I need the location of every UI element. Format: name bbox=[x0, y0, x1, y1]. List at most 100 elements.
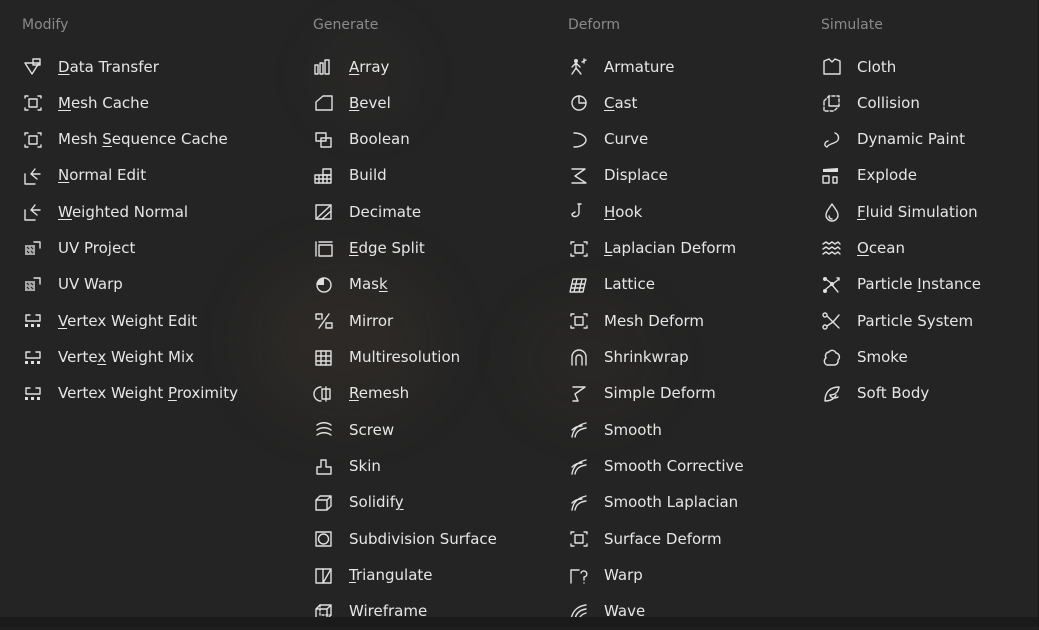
menu-item-normal-edit[interactable]: Normal Edit bbox=[22, 158, 146, 194]
menu-item-smooth[interactable]: Smooth bbox=[568, 412, 662, 448]
menu-item-mirror[interactable]: Mirror bbox=[313, 303, 393, 339]
menu-item-label: Remesh bbox=[349, 384, 410, 403]
menu-item-curve[interactable]: Curve bbox=[568, 122, 648, 158]
menu-item-label: Multiresolution bbox=[349, 348, 461, 367]
menu-item-decimate[interactable]: Decimate bbox=[313, 194, 421, 230]
menu-item-label: Particle System bbox=[857, 311, 974, 330]
menu-item-weighted-normal[interactable]: Weighted Normal bbox=[22, 194, 188, 230]
menu-item-label: Fluid Simulation bbox=[857, 202, 978, 221]
menu-item-label: Particle Instance bbox=[857, 275, 982, 294]
menu-item-shrinkwrap[interactable]: Shrinkwrap bbox=[568, 340, 689, 376]
menu-item-label: Mesh Cache bbox=[58, 93, 149, 112]
menu-item-armature[interactable]: Armature bbox=[568, 49, 674, 85]
menu-item-data-transfer[interactable]: Data Transfer bbox=[22, 49, 159, 85]
menu-item-build[interactable]: Build bbox=[313, 158, 387, 194]
menu-item-label: Weighted Normal bbox=[58, 202, 189, 221]
menu-item-subdivision-surface[interactable]: Subdivision Surface bbox=[313, 521, 497, 557]
menu-item-collision[interactable]: Collision bbox=[821, 85, 920, 121]
vertex-weight-proximity-icon bbox=[22, 384, 44, 404]
menu-item-bevel[interactable]: Bevel bbox=[313, 85, 391, 121]
uv-project-icon bbox=[22, 239, 44, 259]
menu-item-vertex-weight-edit[interactable]: Vertex Weight Edit bbox=[22, 303, 197, 339]
menu-item-label: Displace bbox=[604, 166, 668, 185]
array-icon bbox=[313, 57, 335, 77]
menu-item-multiresolution[interactable]: Multiresolution bbox=[313, 340, 460, 376]
menu-item-cloth[interactable]: Cloth bbox=[821, 49, 896, 85]
mesh-sequence-cache-icon bbox=[22, 130, 44, 150]
menu-item-vertex-weight-proximity[interactable]: Vertex Weight Proximity bbox=[22, 376, 238, 412]
menu-item-label: Shrinkwrap bbox=[604, 348, 689, 367]
menu-item-solidify[interactable]: Solidify bbox=[313, 485, 404, 521]
decimate-icon bbox=[313, 202, 335, 222]
menu-item-label: Cloth bbox=[857, 57, 897, 76]
menu-item-label: Armature bbox=[604, 57, 675, 76]
menu-item-particle-system[interactable]: Particle System bbox=[821, 303, 973, 339]
menu-item-label: Build bbox=[349, 166, 387, 185]
menu-item-uv-project[interactable]: UV Project bbox=[22, 231, 135, 267]
menu-item-edge-split[interactable]: Edge Split bbox=[313, 231, 425, 267]
menu-item-label: Decimate bbox=[349, 202, 422, 221]
column-title: Modify bbox=[22, 17, 69, 33]
menu-item-boolean[interactable]: Boolean bbox=[313, 122, 410, 158]
menu-item-remesh[interactable]: Remesh bbox=[313, 376, 409, 412]
menu-item-ocean[interactable]: Ocean bbox=[821, 231, 905, 267]
mesh-cache-icon bbox=[22, 93, 44, 113]
menu-item-particle-instance[interactable]: Particle Instance bbox=[821, 267, 981, 303]
menu-item-label: Mask bbox=[349, 275, 388, 294]
multiresolution-icon bbox=[313, 348, 335, 368]
menu-item-label: Smoke bbox=[857, 348, 908, 367]
menu-item-surface-deform[interactable]: Surface Deform bbox=[568, 521, 722, 557]
smoke-icon bbox=[821, 348, 843, 368]
menu-item-smooth-corrective[interactable]: Smooth Corrective bbox=[568, 449, 744, 485]
menu-item-label: Hook bbox=[604, 202, 643, 221]
menu-item-label: Mesh Sequence Cache bbox=[58, 130, 228, 149]
menu-item-lattice[interactable]: Lattice bbox=[568, 267, 655, 303]
menu-item-mesh-deform[interactable]: Mesh Deform bbox=[568, 303, 704, 339]
menu-item-label: Vertex Weight Mix bbox=[58, 348, 195, 367]
simple-deform-icon bbox=[568, 384, 590, 404]
menu-item-mesh-cache[interactable]: Mesh Cache bbox=[22, 85, 149, 121]
collision-icon bbox=[821, 93, 843, 113]
menu-item-label: Skin bbox=[349, 457, 381, 476]
menu-item-laplacian-deform[interactable]: Laplacian Deform bbox=[568, 231, 736, 267]
menu-item-smoke[interactable]: Smoke bbox=[821, 340, 908, 376]
menu-item-cast[interactable]: Cast bbox=[568, 85, 637, 121]
menu-item-array[interactable]: Array bbox=[313, 49, 389, 85]
menu-item-label: Subdivision Surface bbox=[349, 529, 497, 548]
smooth-corrective-icon bbox=[568, 457, 590, 477]
menu-item-triangulate[interactable]: Triangulate bbox=[313, 558, 433, 594]
bevel-icon bbox=[313, 93, 335, 113]
ocean-icon bbox=[821, 239, 843, 259]
mask-icon bbox=[313, 275, 335, 295]
menu-item-screw[interactable]: Screw bbox=[313, 412, 394, 448]
menu-item-label: Normal Edit bbox=[58, 166, 147, 185]
menu-item-skin[interactable]: Skin bbox=[313, 449, 381, 485]
menu-item-dynamic-paint[interactable]: Dynamic Paint bbox=[821, 122, 965, 158]
menu-item-smooth-laplacian[interactable]: Smooth Laplacian bbox=[568, 485, 738, 521]
menu-item-label: Explode bbox=[857, 166, 917, 185]
menu-item-explode[interactable]: Explode bbox=[821, 158, 917, 194]
menu-item-soft-body[interactable]: Soft Body bbox=[821, 376, 929, 412]
menu-item-label: Mesh Deform bbox=[604, 311, 705, 330]
menu-item-label: Edge Split bbox=[349, 239, 425, 258]
menu-item-label: Vertex Weight Edit bbox=[58, 311, 198, 330]
menu-item-uv-warp[interactable]: UV Warp bbox=[22, 267, 123, 303]
menu-item-mask[interactable]: Mask bbox=[313, 267, 388, 303]
menu-item-hook[interactable]: Hook bbox=[568, 194, 642, 230]
menu-item-label: Soft Body bbox=[857, 384, 930, 403]
particle-instance-icon bbox=[821, 275, 843, 295]
menu-item-label: Warp bbox=[604, 566, 643, 585]
cast-icon bbox=[568, 93, 590, 113]
explode-icon bbox=[821, 166, 843, 186]
menu-item-mesh-sequence-cache[interactable]: Mesh Sequence Cache bbox=[22, 122, 228, 158]
menu-item-simple-deform[interactable]: Simple Deform bbox=[568, 376, 716, 412]
particle-system-icon bbox=[821, 311, 843, 331]
menu-item-fluid-simulation[interactable]: Fluid Simulation bbox=[821, 194, 978, 230]
normal-edit-icon bbox=[22, 166, 44, 186]
menu-item-warp[interactable]: Warp bbox=[568, 558, 643, 594]
menu-item-vertex-weight-mix[interactable]: Vertex Weight Mix bbox=[22, 340, 194, 376]
menu-item-displace[interactable]: Displace bbox=[568, 158, 668, 194]
menu-item-label: Cast bbox=[604, 93, 638, 112]
build-icon bbox=[313, 166, 335, 186]
column-title: Generate bbox=[313, 17, 379, 33]
